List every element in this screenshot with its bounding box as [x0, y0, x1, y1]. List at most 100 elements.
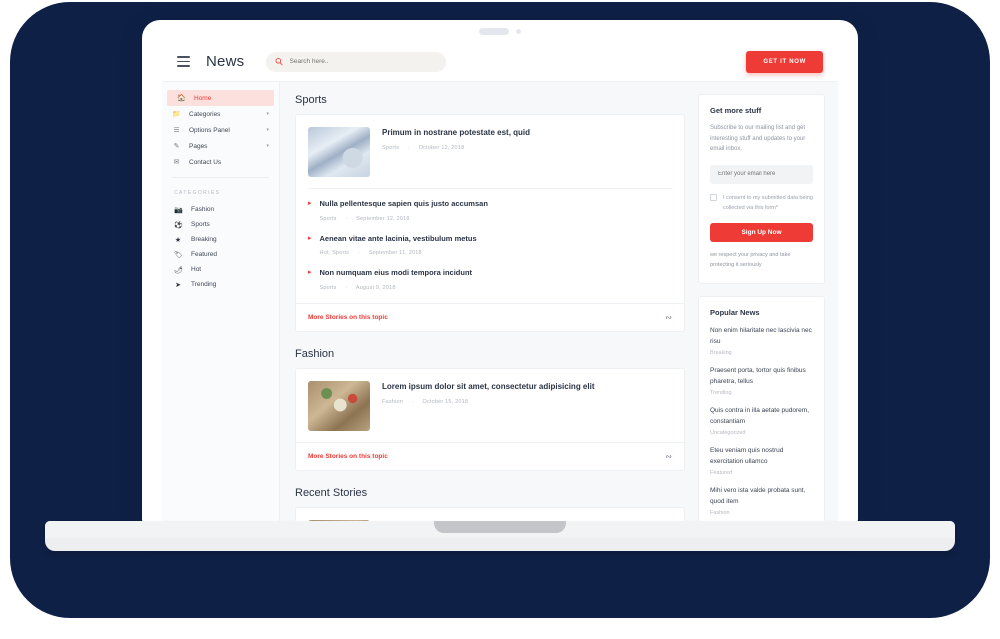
tag-icon: 🏷: [174, 251, 183, 259]
article-meta: Sports · October 12, 2018: [382, 145, 530, 151]
fire-icon: 🌶: [174, 266, 183, 274]
hamburger-icon[interactable]: [177, 56, 190, 67]
article-meta: Sports · August 9, 2018: [320, 285, 473, 291]
article-title[interactable]: Nulla pellentesque sapien quis justo acc…: [320, 199, 488, 210]
article-category: Hot, Sports: [319, 250, 350, 256]
sidebar-item-label: Home: [194, 94, 212, 102]
more-stories-link[interactable]: More Stories on this topic: [308, 453, 388, 460]
sidebar-item-categories[interactable]: 📁 Categories ▾: [162, 106, 279, 122]
list-item[interactable]: Eteu veniam quis nostrud exercitation ul…: [710, 445, 813, 476]
sidebar-item-contact-us[interactable]: ✉ Contact Us: [162, 154, 279, 170]
browser-viewport: News GET IT NOW 🏠 Home: [162, 42, 838, 525]
categories-heading: CATEGORIES: [174, 190, 221, 196]
sidebar-item-pages[interactable]: ✎ Pages ▾: [162, 138, 279, 154]
more-stories-link[interactable]: More Stories on this topic: [308, 314, 388, 321]
list-item[interactable]: ▸ Aenean vitae ante lacinia, vestibulum …: [296, 224, 684, 259]
article-category: Sports: [382, 145, 400, 151]
share-icon[interactable]: ∾: [665, 452, 672, 461]
category-label: Hot: [191, 266, 202, 273]
top-navigation-bar: News GET IT NOW: [162, 42, 838, 82]
card-footer: More Stories on this topic ∾: [296, 441, 684, 470]
share-icon[interactable]: ∾: [665, 313, 672, 322]
featured-article[interactable]: Primum in nostrane potestate est, quid S…: [296, 115, 684, 188]
pages-icon: ✎: [173, 142, 180, 150]
article-date: August 9, 2018: [355, 284, 396, 291]
meta-separator: ·: [407, 145, 410, 151]
article-title[interactable]: Mihi vero ista valde probata sunt, quod …: [710, 485, 813, 507]
search-input[interactable]: [289, 58, 438, 65]
article-date: September 12, 2018: [356, 215, 410, 222]
list-item[interactable]: Mihi vero ista valde probata sunt, quod …: [710, 485, 813, 516]
right-sidebar: Get more stuff Subscribe to our mailing …: [698, 82, 838, 525]
meta-separator: ·: [411, 398, 414, 405]
sidebar-item-options-panel[interactable]: ☰ Options Panel ▾: [162, 122, 279, 138]
article-meta: Sports · September 12, 2018: [320, 216, 488, 222]
featured-article[interactable]: Lorem ipsum dolor sit amet, consectetur …: [296, 369, 684, 442]
widget-title: Get more stuff: [710, 106, 762, 115]
list-item[interactable]: Quis contra in illa aetate pudorem, cons…: [710, 405, 813, 436]
laptop-base: [45, 521, 955, 551]
article-category: Fashion: [382, 398, 403, 405]
search-icon: [275, 57, 283, 66]
article-category: Fashion: [710, 510, 730, 517]
email-field[interactable]: [710, 164, 813, 184]
article-category: Trending: [710, 389, 732, 396]
sidebar-category-hot[interactable]: 🌶 Hot: [162, 262, 279, 277]
search-box[interactable]: [266, 51, 447, 72]
bullet-icon: ▸: [308, 234, 312, 242]
notch-bar: [142, 20, 858, 42]
article-date: October 15, 2018: [422, 398, 469, 405]
trackpad-notch: [434, 521, 566, 533]
consent-checkbox[interactable]: [710, 193, 717, 201]
sign-up-button[interactable]: Sign Up Now: [710, 222, 813, 242]
article-meta: Hot, Sports · September 11, 2018: [320, 250, 477, 256]
article-title[interactable]: Eteu veniam quis nostrud exercitation ul…: [710, 445, 813, 467]
list-item[interactable]: ▸ Non numquam eius modi tempora incidunt…: [296, 258, 684, 293]
list-item[interactable]: Praesent porta, tortor quis finibus phar…: [710, 365, 813, 396]
card-footer: More Stories on this topic ∾: [296, 302, 684, 331]
article-title[interactable]: Lorem ipsum dolor sit amet, consectetur …: [382, 381, 595, 393]
sidebar-item-home[interactable]: 🏠 Home: [167, 90, 274, 106]
article-category: Uncategorized: [710, 429, 746, 436]
sidebar-item-label: Pages: [189, 142, 208, 150]
section-title-sports: Sports: [295, 94, 327, 106]
sidebar-category-trending[interactable]: ➤ Trending: [162, 277, 279, 292]
article-title[interactable]: Praesent porta, tortor quis finibus phar…: [710, 365, 813, 387]
sports-card: Primum in nostrane potestate est, quid S…: [295, 114, 685, 332]
star-icon: ★: [174, 236, 182, 244]
widget-title: Popular News: [710, 307, 760, 317]
consent-text: I consent to my submitted data being col…: [723, 194, 813, 211]
article-category: Sports: [319, 284, 337, 291]
sidebar-item-label: Categories: [189, 110, 221, 118]
widget-description: Subscribe to our mailing list and get in…: [710, 125, 806, 152]
list-item[interactable]: Non enim hilaritate nec lascivia nec ris…: [710, 325, 813, 356]
article-title[interactable]: Aenean vitae ante lacinia, vestibulum me…: [320, 234, 477, 245]
sidebar-category-breaking[interactable]: ★ Breaking: [162, 232, 279, 247]
consent-row: I consent to my submitted data being col…: [710, 193, 813, 213]
get-it-now-button[interactable]: GET IT NOW: [746, 50, 823, 73]
chevron-down-icon: ▾: [266, 143, 269, 149]
article-date: September 11, 2018: [368, 250, 422, 256]
article-title[interactable]: Non numquam eius modi tempora incidunt: [320, 268, 473, 279]
rocket-icon: ➤: [175, 281, 181, 289]
article-title[interactable]: Non enim hilaritate nec lascivia nec ris…: [710, 325, 813, 347]
main-content: Sports Primum in nostrane potestate est,…: [280, 82, 698, 525]
section-title-fashion: Fashion: [295, 347, 335, 360]
sidebar-category-fashion[interactable]: 📷 Fashion: [162, 202, 279, 217]
bullet-icon: ▸: [308, 269, 312, 276]
site-brand[interactable]: News: [206, 53, 244, 70]
envelope-icon: ✉: [173, 158, 180, 166]
newsletter-widget: Get more stuff Subscribe to our mailing …: [698, 94, 825, 284]
laptop-screen-bezel: News GET IT NOW 🏠 Home: [142, 20, 858, 525]
sidebar-category-featured[interactable]: 🏷 Featured: [162, 247, 279, 262]
list-item[interactable]: ▸ Nulla pellentesque sapien quis justo a…: [296, 189, 684, 224]
article-title[interactable]: Quis contra in illa aetate pudorem, cons…: [710, 405, 813, 427]
laptop-mockup: News GET IT NOW 🏠 Home: [0, 0, 1000, 639]
section-title-recent-stories: Recent Stories: [295, 486, 368, 499]
category-label: Featured: [191, 251, 218, 258]
sidebar-category-sports[interactable]: ⚽ Sports: [162, 217, 279, 232]
article-category: Sports: [319, 215, 337, 222]
article-thumbnail-fashion: [308, 380, 370, 431]
article-title[interactable]: Primum in nostrane potestate est, quid: [382, 127, 530, 139]
meta-separator: ·: [345, 215, 348, 222]
